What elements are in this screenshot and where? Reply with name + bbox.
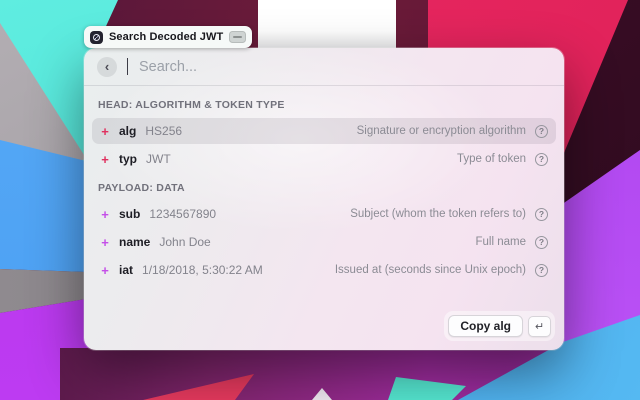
command-title: Search Decoded JWT [109, 31, 223, 43]
back-button[interactable]: ‹ [97, 57, 117, 77]
command-tooltip: Search Decoded JWT [84, 26, 252, 48]
copy-alg-button[interactable]: Copy alg [448, 315, 523, 337]
field-value: 1/18/2018, 5:30:22 AM [142, 263, 263, 277]
hotkey-keycap-icon [229, 31, 246, 43]
section-header: HEAD: ALGORITHM & TOKEN TYPE [98, 99, 550, 111]
wallpaper-shape-white-rect [258, 0, 396, 52]
list-section: PAYLOAD: DATA + sub 1234567890 Subject (… [92, 182, 556, 283]
jwt-extension-icon [90, 31, 103, 44]
field-value: 1234567890 [149, 207, 216, 221]
jwt-field-row[interactable]: + name John Doe Full name ? [92, 229, 556, 255]
field-value: HS256 [145, 124, 182, 138]
field-key: sub [119, 207, 140, 221]
help-icon[interactable]: ? [535, 125, 548, 138]
help-icon[interactable]: ? [535, 153, 548, 166]
return-key-icon[interactable]: ↵ [528, 316, 551, 337]
plus-icon: + [100, 125, 110, 138]
list-section: HEAD: ALGORITHM & TOKEN TYPE + alg HS256… [92, 99, 556, 172]
field-description: Signature or encryption algorithm [357, 125, 526, 137]
field-value: John Doe [159, 235, 210, 249]
field-description: Type of token [457, 153, 526, 165]
plus-icon: + [100, 153, 110, 166]
plus-icon: + [100, 236, 110, 249]
plus-icon: + [100, 264, 110, 277]
field-description: Subject (whom the token refers to) [350, 208, 526, 220]
help-icon[interactable]: ? [535, 264, 548, 277]
field-key: alg [119, 124, 136, 138]
search-bar: ‹ Search... [84, 48, 564, 86]
jwt-field-row[interactable]: + alg HS256 Signature or encryption algo… [92, 118, 556, 144]
action-bar: Copy alg ↵ [444, 311, 555, 341]
field-description: Issued at (seconds since Unix epoch) [335, 264, 526, 276]
field-key: typ [119, 152, 137, 166]
jwt-field-row[interactable]: + iat 1/18/2018, 5:30:22 AM Issued at (s… [92, 257, 556, 283]
field-description: Full name [476, 236, 527, 248]
text-caret [127, 58, 128, 75]
search-input[interactable]: Search... [139, 59, 197, 75]
section-header: PAYLOAD: DATA [98, 182, 550, 194]
field-key: name [119, 235, 150, 249]
jwt-field-row[interactable]: + typ JWT Type of token ? [92, 146, 556, 172]
launcher-window: ‹ Search... HEAD: ALGORITHM & TOKEN TYPE… [84, 48, 564, 350]
help-icon[interactable]: ? [535, 236, 548, 249]
field-value: JWT [146, 152, 171, 166]
help-icon[interactable]: ? [535, 208, 548, 221]
field-key: iat [119, 263, 133, 277]
jwt-field-row[interactable]: + sub 1234567890 Subject (whom the token… [92, 201, 556, 227]
plus-icon: + [100, 208, 110, 221]
chevron-left-icon: ‹ [105, 60, 109, 73]
